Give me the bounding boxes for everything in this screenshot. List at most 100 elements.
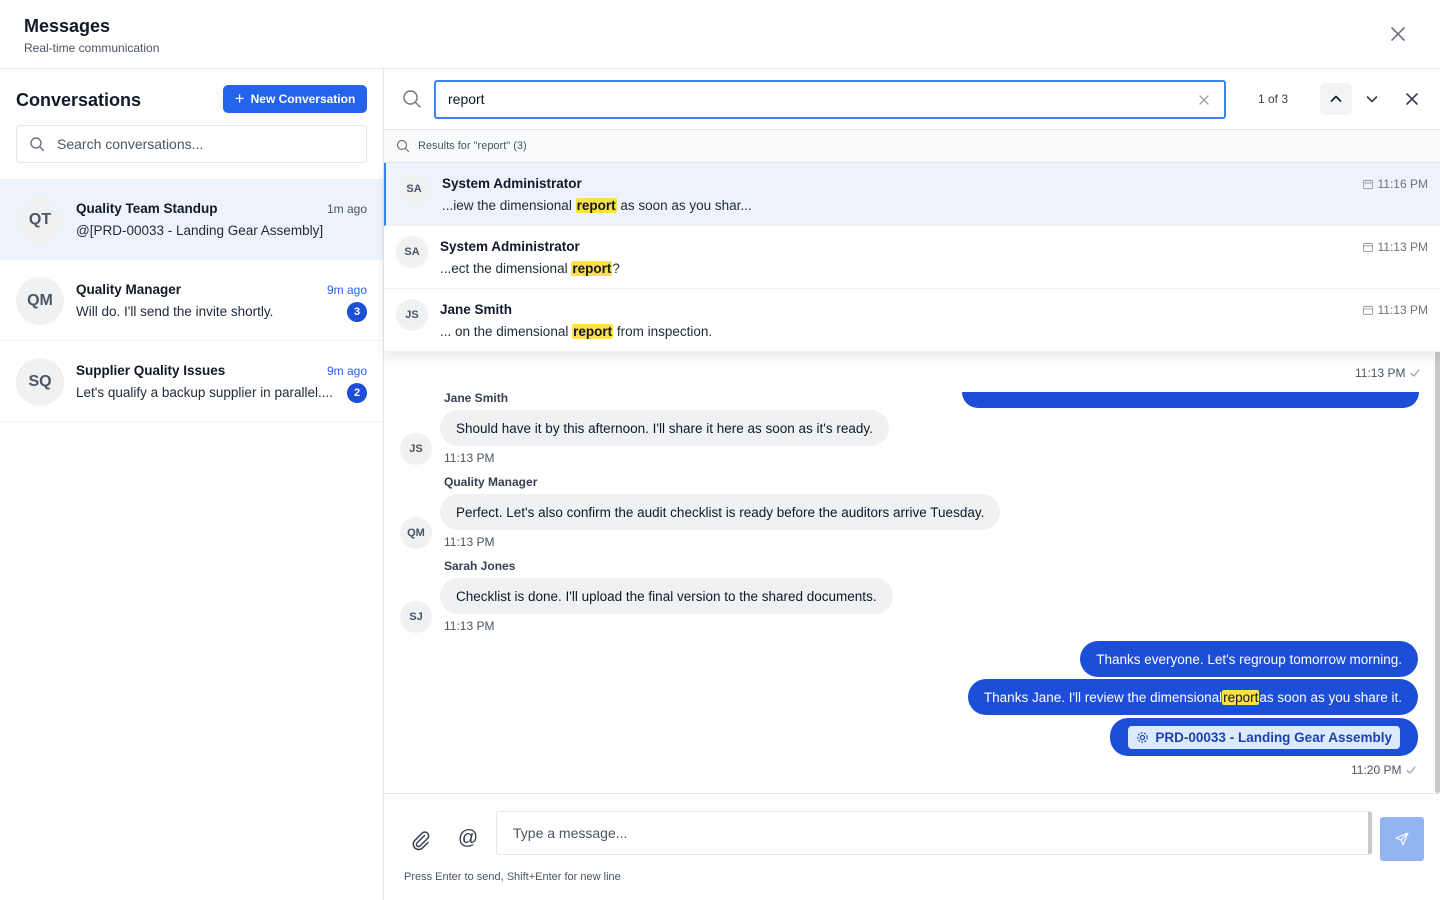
search-results-list: SA System Administrator ...iew the dimen… (384, 163, 1440, 352)
record-reference-chip[interactable]: PRD-00033 - Landing Gear Assembly (1128, 725, 1400, 749)
page-title: Messages (24, 16, 111, 36)
message-text: as soon as you share it. (1259, 689, 1402, 705)
result-sender: System Administrator (442, 176, 582, 191)
incoming-message-bubble: Should have it by this afternoon. I'll s… (440, 410, 889, 446)
conversation-item[interactable]: QM Quality Manager 9m ago Will do. I'll … (0, 260, 383, 341)
message-time: 11:13 PM (444, 451, 495, 465)
calendar-icon (1362, 179, 1373, 189)
message-time: 11:20 PM (1351, 763, 1417, 777)
message-input[interactable] (513, 825, 1353, 841)
message-input-field (496, 811, 1372, 855)
avatar: SJ (400, 601, 432, 633)
calendar-icon (1362, 242, 1373, 252)
result-snippet: ...ect the dimensional report? (440, 261, 620, 276)
avatar: QM (400, 517, 432, 549)
match-count: 1 of 3 (1258, 92, 1289, 106)
message-time-label: 11:13 PM (1355, 366, 1406, 380)
mention-icon[interactable]: @ (456, 826, 480, 850)
conversation-item[interactable]: QT Quality Team Standup 1m ago @[PRD-000… (0, 179, 383, 260)
snippet-after: as soon as you shar... (616, 198, 752, 213)
search-highlight: report (1222, 689, 1260, 705)
chat-panel: 1 of 3 Results for "report" (3) SA Syste… (384, 69, 1440, 900)
message-time: 11:13 PM (444, 619, 495, 633)
result-sender: Jane Smith (440, 302, 513, 317)
search-highlight: report (572, 324, 614, 339)
avatar: SA (398, 173, 430, 205)
close-search-button[interactable] (1396, 83, 1428, 115)
search-result-item[interactable]: SA System Administrator ...ect the dimen… (384, 226, 1440, 289)
search-icon (396, 139, 410, 153)
calendar-icon (1362, 305, 1373, 315)
message-text: Thanks Jane. I'll review the dimensional (983, 689, 1223, 705)
snippet-before: ... on the dimensional (440, 324, 573, 339)
message-time: 11:13 PM (444, 535, 495, 549)
new-conversation-button[interactable]: + New Conversation (223, 85, 367, 113)
avatar: SQ (16, 358, 64, 406)
scrollbar-thumb[interactable] (1435, 330, 1440, 793)
gear-icon (1137, 731, 1149, 743)
conversation-time: 9m ago (326, 283, 367, 297)
conversation-preview: @[PRD-00033 - Landing Gear Assembly] (76, 223, 324, 238)
check-icon (1410, 369, 1421, 377)
new-conversation-label: New Conversation (250, 92, 356, 106)
incoming-message-bubble: Perfect. Let's also confirm the audit ch… (440, 494, 1001, 530)
conversation-item[interactable]: SQ Supplier Quality Issues 9m ago Let's … (0, 341, 383, 422)
conversation-search-input[interactable] (57, 136, 347, 152)
snippet-after: ? (612, 261, 620, 276)
search-result-item[interactable]: JS Jane Smith ... on the dimensional rep… (384, 289, 1440, 352)
send-icon (1395, 832, 1409, 846)
conversation-list: QT Quality Team Standup 1m ago @[PRD-000… (0, 179, 383, 422)
snippet-after: from inspection. (613, 324, 713, 339)
avatar: QM (16, 277, 64, 325)
results-label: Results for "report" (3) (418, 140, 527, 152)
check-icon (1406, 766, 1417, 774)
outgoing-message-bubble: PRD-00033 - Landing Gear Assembly (1110, 718, 1418, 756)
search-results-header: Results for "report" (3) (384, 130, 1440, 163)
message-search-bar: 1 of 3 (384, 69, 1440, 130)
send-button[interactable] (1380, 817, 1424, 861)
chevron-down-icon (1366, 96, 1378, 103)
message-search-field (434, 80, 1226, 119)
result-time: 11:13 PM (1362, 240, 1428, 254)
conversation-preview: Will do. I'll send the invite shortly. (76, 304, 274, 319)
message-composer: @ Press Enter to send, Shift+Enter for n… (384, 793, 1440, 900)
app-header: Messages Real-time communication (0, 0, 1440, 69)
result-time: 11:13 PM (1362, 303, 1428, 317)
previous-match-button[interactable] (1320, 83, 1352, 115)
chevron-up-icon (1330, 95, 1342, 102)
close-icon (1406, 93, 1418, 105)
conversation-preview: Let's qualify a backup supplier in paral… (76, 385, 333, 400)
conversation-time: 9m ago (326, 364, 367, 378)
outgoing-message-bubble (962, 392, 1419, 408)
message-time: 11:13 PM (1355, 366, 1421, 380)
outgoing-message-bubble: Thanks everyone. Let's regroup tomorrow … (1080, 641, 1418, 677)
message-search-input[interactable] (448, 91, 1168, 107)
clear-search-icon[interactable] (1196, 92, 1212, 108)
avatar: JS (396, 299, 428, 331)
result-snippet: ...iew the dimensional report as soon as… (442, 198, 752, 213)
message-sender: Jane Smith (444, 391, 509, 405)
next-match-button[interactable] (1356, 83, 1388, 115)
search-result-item[interactable]: SA System Administrator ...iew the dimen… (384, 163, 1440, 226)
search-highlight: report (575, 198, 617, 213)
search-icon (29, 136, 45, 152)
search-icon (402, 89, 422, 109)
plus-icon: + (234, 88, 245, 108)
result-snippet: ... on the dimensional report from inspe… (440, 324, 712, 339)
close-icon[interactable] (1386, 22, 1410, 46)
result-time-label: 11:13 PM (1377, 240, 1428, 254)
paperclip-icon[interactable] (408, 828, 432, 852)
message-sender: Quality Manager (444, 475, 538, 489)
result-time: 11:16 PM (1362, 177, 1428, 191)
conversations-sidebar: Conversations + New Conversation QT Qual… (0, 69, 384, 900)
conversation-time: 1m ago (326, 202, 367, 216)
incoming-message-bubble: Checklist is done. I'll upload the final… (440, 578, 893, 614)
result-time-label: 11:16 PM (1377, 177, 1428, 191)
avatar: SA (396, 236, 428, 268)
page-subtitle: Real-time communication (24, 41, 160, 55)
result-sender: System Administrator (440, 239, 580, 254)
snippet-before: ...iew the dimensional (442, 198, 576, 213)
avatar: JS (400, 433, 432, 465)
composer-hint: Press Enter to send, Shift+Enter for new… (404, 871, 621, 883)
conversation-name: Quality Team Standup (76, 201, 218, 216)
